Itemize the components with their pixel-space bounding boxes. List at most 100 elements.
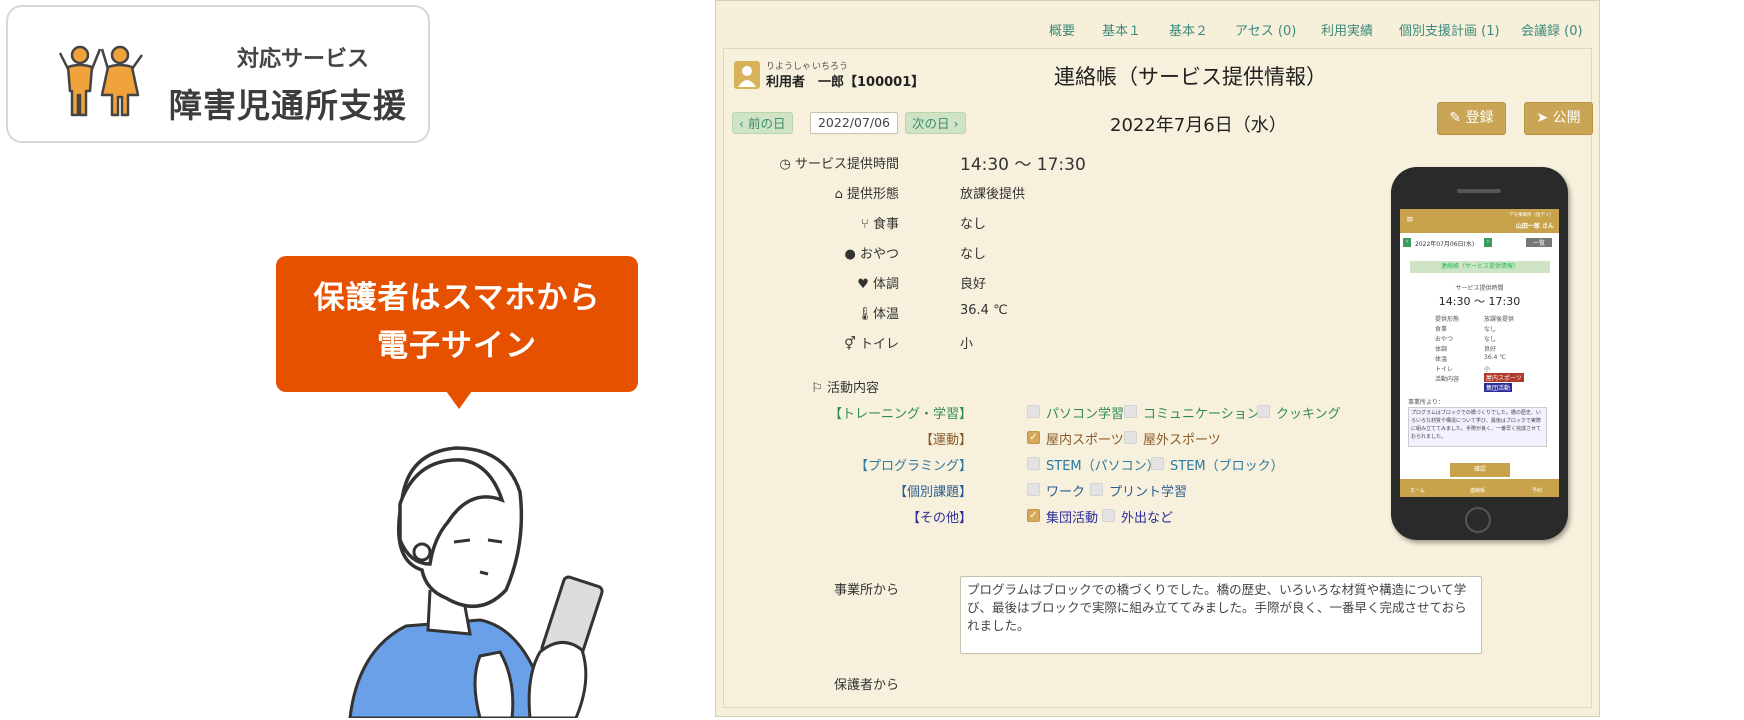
day-title: 2022年7月6日（水） — [1110, 115, 1287, 136]
checkbox-stem-pc[interactable] — [1027, 457, 1040, 470]
checkbox-communication[interactable] — [1124, 405, 1137, 418]
phone-speaker — [1457, 189, 1501, 193]
send-icon: ➤ — [1536, 110, 1553, 126]
phone-prev-icon[interactable]: ‹ — [1403, 238, 1411, 247]
tab-usage-record[interactable]: 利用実績 — [1321, 20, 1373, 39]
phone-office-comment: プログラムはブロックでの橋づくりでした。橋の歴史、いろいろな材質や構造について学… — [1408, 407, 1547, 447]
outing-label: 外出など — [1121, 511, 1174, 526]
publish-label: 公開 — [1552, 110, 1581, 126]
edit-icon: ✎ — [1449, 110, 1466, 126]
phone-footer-contact[interactable]: 連絡帳 — [1470, 487, 1485, 494]
user-icon — [738, 66, 756, 87]
stem-pc-label: STEM（パソコン） — [1046, 459, 1160, 474]
category-programming: 【プログラミング】 — [854, 459, 972, 474]
checkbox-cooking[interactable] — [1257, 405, 1270, 418]
phone-row-label: おやつ — [1435, 336, 1454, 343]
form-label: ⌂ 提供形態 — [834, 187, 899, 202]
register-button[interactable]: ✎ 登録 — [1437, 102, 1506, 135]
condition-value: 良好 — [960, 277, 987, 292]
service-time-value: 14:30 〜 17:30 — [960, 155, 1086, 175]
phone-next-icon[interactable]: › — [1484, 238, 1492, 247]
prev-day-label: 前の日 — [747, 116, 786, 131]
menu-icon[interactable]: ≡ — [1406, 215, 1414, 225]
phone-row-value: 36.4 ℃ — [1484, 354, 1507, 361]
publish-button[interactable]: ➤ 公開 — [1524, 102, 1593, 135]
group-activity-label: 集団活動 — [1046, 511, 1099, 526]
toilet-value: 小 — [960, 337, 974, 352]
bubble-tail — [446, 391, 472, 409]
children-icon — [58, 45, 144, 117]
phone-row-label: 体温 — [1435, 356, 1448, 363]
tab-overview[interactable]: 概要 — [1049, 20, 1075, 39]
smartphone-mockup: ≡ デモ事業所（放デイ） 山田一郎 さん ‹ 2022年07月06日(水) › … — [1391, 167, 1568, 540]
phone-list-button[interactable]: 一覧 — [1526, 238, 1552, 247]
heart-icon: ♥ — [857, 277, 873, 292]
temperature-label: 🌡︎体温 — [856, 307, 899, 322]
checkbox-work[interactable] — [1027, 483, 1040, 496]
phone-row-value: 放課後提供 — [1484, 316, 1515, 323]
meal-value: なし — [960, 217, 987, 232]
clock-icon: ◷ — [779, 157, 795, 172]
phone-footer-home[interactable]: ホーム — [1410, 487, 1425, 494]
checkbox-pc-learning[interactable] — [1027, 405, 1040, 418]
date-input[interactable]: 2022/07/06 — [810, 112, 898, 134]
phone-row-label: トイレ — [1435, 366, 1454, 373]
condition-label: ♥ 体調 — [857, 277, 899, 292]
running-icon: ⚐ — [811, 381, 827, 396]
next-day-button[interactable]: 次の日 › — [905, 112, 966, 134]
snack-label: ● おやつ — [844, 247, 900, 262]
tab-basic-2[interactable]: 基本２ — [1169, 20, 1208, 39]
phone-time-value: 14:30 〜 17:30 — [1438, 295, 1521, 308]
phone-title-bar: 連絡帳（サービス提供情報） — [1410, 261, 1550, 273]
office-comment-textarea[interactable]: プログラムはブロックでの橋づくりでした。橋の歴史、いろいろな材質や構造について学… — [960, 576, 1482, 654]
form-value: 放課後提供 — [960, 187, 1026, 202]
category-other: 【その他】 — [906, 511, 972, 526]
phone-row-value: なし — [1484, 336, 1497, 343]
service-label: 対応サービス — [236, 47, 369, 72]
person-with-phone-illustration — [348, 446, 604, 718]
speech-bubble: 保護者はスマホから 電子サイン — [276, 256, 638, 392]
tab-basic-1[interactable]: 基本１ — [1102, 20, 1141, 39]
cookie-icon: ● — [844, 247, 860, 262]
stem-block-label: STEM（ブロック） — [1170, 459, 1284, 474]
prev-day-button[interactable]: ‹ 前の日 — [732, 112, 793, 134]
phone-row-value: 小 — [1484, 366, 1491, 373]
phone-user-name: 山田一郎 さん — [1515, 223, 1554, 230]
temperature-value: 36.4 ℃ — [960, 303, 1008, 318]
tab-support-plan[interactable]: 個別支援計画 (1) — [1399, 20, 1500, 39]
checkbox-outdoor-sports[interactable] — [1124, 431, 1137, 444]
meal-label: ⑂ 食事 — [861, 217, 899, 232]
checkbox-stem-block[interactable] — [1151, 457, 1164, 470]
checkbox-print-study[interactable] — [1090, 483, 1103, 496]
phone-footer: ホーム 連絡帳 予約 — [1400, 479, 1559, 497]
guardian-comment-label: 保護者から — [833, 678, 899, 693]
phone-row-label: 体調 — [1435, 346, 1448, 353]
category-exercise: 【運動】 — [919, 433, 972, 448]
restroom-icon: ⚥ — [844, 337, 860, 352]
phone-office-label: 事業所より： — [1408, 399, 1444, 406]
print-study-label: プリント学習 — [1109, 485, 1188, 500]
checkbox-indoor-sports[interactable]: ✓ — [1027, 431, 1040, 444]
service-card: 対応サービス 障害児通所支援 — [6, 5, 430, 143]
phone-home-button — [1465, 507, 1491, 533]
register-label: 登録 — [1465, 110, 1494, 126]
cooking-label: クッキング — [1276, 407, 1341, 422]
thermometer-icon: 🌡︎ — [856, 307, 873, 322]
toilet-label: ⚥ トイレ — [844, 337, 899, 352]
checkbox-outing[interactable] — [1102, 509, 1115, 522]
phone-tag-group-activity: 集団活動 — [1484, 383, 1513, 392]
phone-row-label: 食事 — [1435, 326, 1448, 333]
service-time-label: ◷ サービス提供時間 — [779, 157, 900, 172]
tab-assessment[interactable]: アセス (0) — [1235, 20, 1296, 39]
office-comment-label: 事業所から — [833, 583, 899, 598]
category-individual: 【個別課題】 — [893, 485, 972, 500]
user-avatar — [734, 61, 760, 89]
phone-footer-reserve[interactable]: 予約 — [1532, 487, 1542, 494]
activity-label: ⚐ 活動内容 — [811, 381, 879, 396]
phone-sign-button[interactable]: 確認 — [1450, 463, 1510, 477]
snack-value: なし — [960, 247, 987, 262]
phone-office-name: デモ事業所（放デイ） — [1509, 213, 1554, 218]
phone-activity-label: 活動内容 — [1435, 376, 1460, 383]
tab-meeting-minutes[interactable]: 会議録 (0) — [1521, 20, 1583, 39]
checkbox-group-activity[interactable]: ✓ — [1027, 509, 1040, 522]
